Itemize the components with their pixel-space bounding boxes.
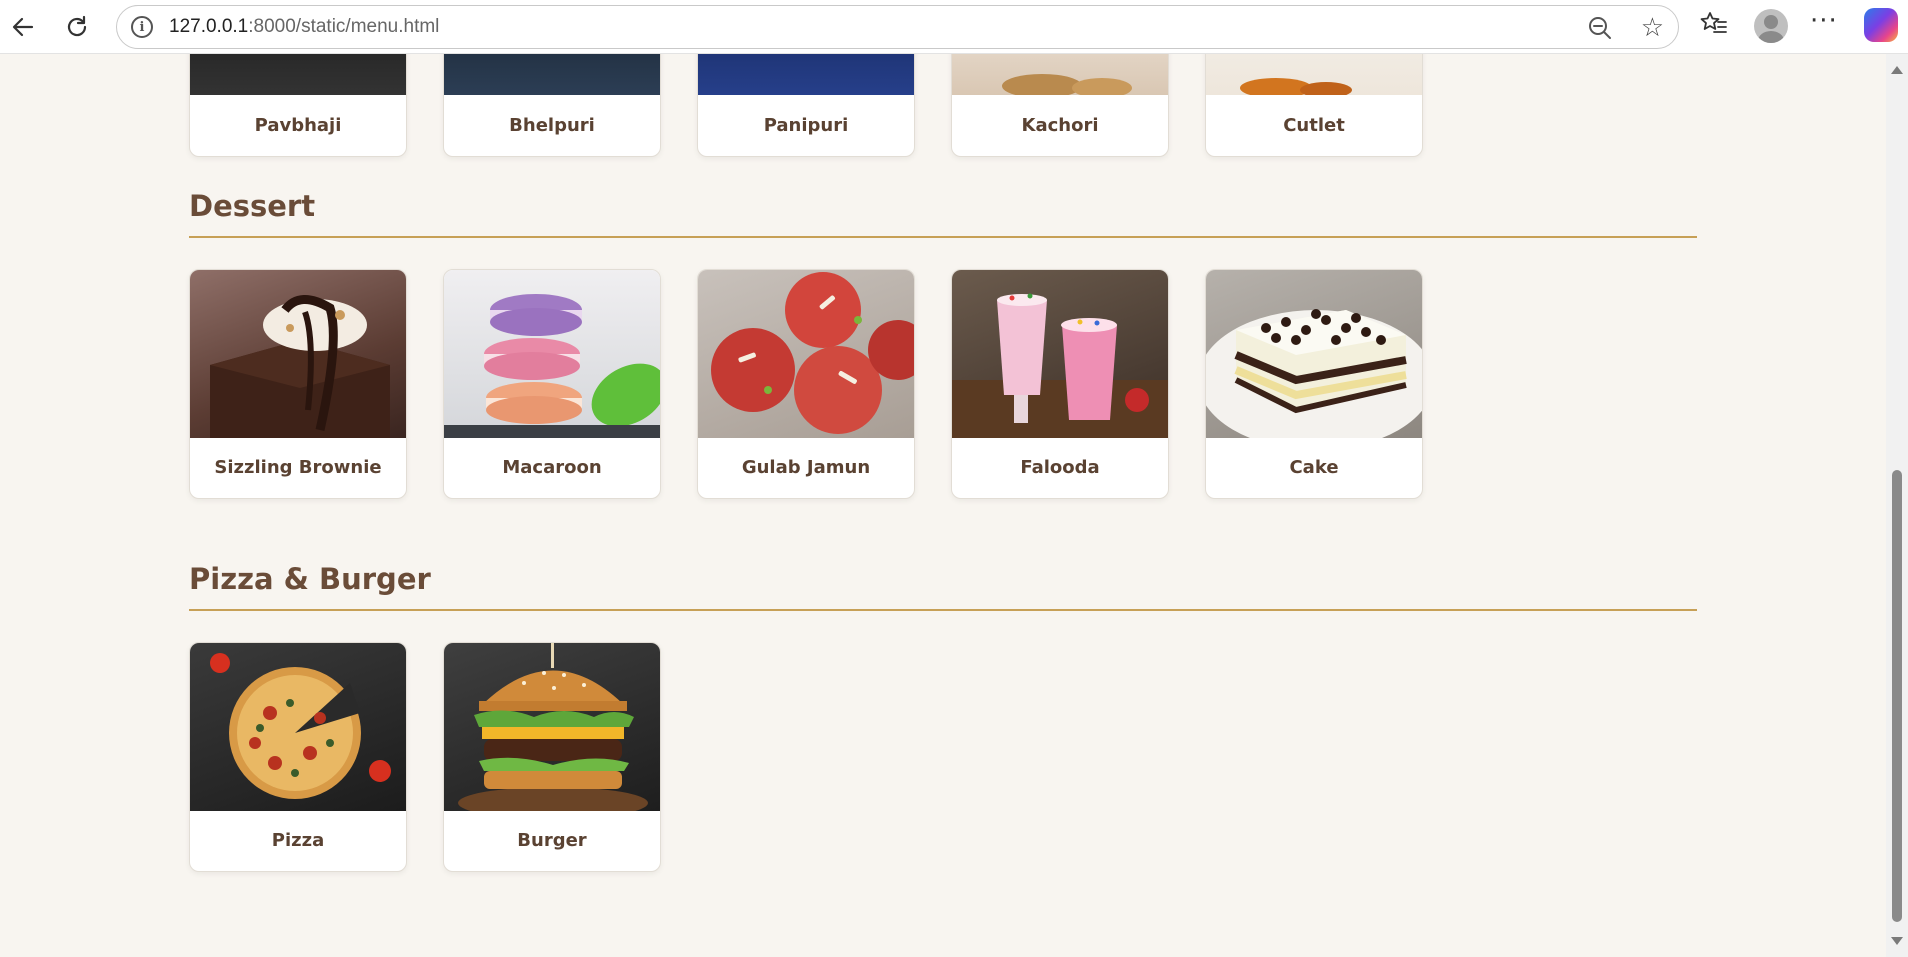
zoom-out-icon[interactable] [1586,14,1614,42]
back-arrow-icon[interactable] [4,8,42,46]
favorites-list-icon[interactable] [1700,10,1728,45]
menu-card-cutlet[interactable]: Cutlet [1205,54,1423,157]
menu-card-label: Gulab Jamun [741,457,871,478]
falooda-image [952,270,1168,438]
menu-card-pavbhaji[interactable]: Pavbhaji [189,54,407,157]
menu-card-label: Pavbhaji [254,115,342,136]
site-info-icon[interactable]: i [131,16,153,38]
address-bar[interactable]: i 127.0.0.1:8000/static/menu.html ☆ [116,5,1679,49]
menu-card-bhelpuri[interactable]: Bhelpuri [443,54,661,157]
menu-card-kachori[interactable]: Kachori [951,54,1169,157]
bhelpuri-image [444,54,660,95]
menu-card-label: Cutlet [1283,115,1345,136]
profile-avatar-icon[interactable] [1754,9,1788,43]
menu-card-gulab-jamun[interactable]: Gulab Jamun [697,269,915,499]
sizzling-brownie-image [190,270,406,438]
kachori-image [952,54,1168,95]
menu-card-label: Sizzling Brownie [214,457,382,478]
section-divider [189,609,1697,611]
reload-icon[interactable] [58,8,96,46]
menu-card-pizza[interactable]: Pizza [189,642,407,872]
scroll-thumb[interactable] [1892,470,1902,922]
vertical-scrollbar[interactable] [1886,54,1908,957]
menu-card-label: Panipuri [763,115,849,136]
menu-card-label: Falooda [1020,457,1100,478]
copilot-icon[interactable] [1864,8,1898,42]
section-title-dessert: Dessert [189,189,316,223]
burger-image [444,643,660,811]
favorite-star-icon[interactable]: ☆ [1641,13,1664,43]
menu-card-label: Pizza [271,830,325,851]
url-text[interactable]: 127.0.0.1:8000/static/menu.html [169,16,439,38]
menu-card-label: Bhelpuri [509,115,595,136]
url-host: 127.0.0.1 [169,16,249,37]
pizza-image [190,643,406,811]
section-title-pizza-burger: Pizza & Burger [189,562,431,596]
menu-page: Pavbhaji Bhelpuri Panipuri Kachori Cutle… [0,54,1886,957]
menu-card-label: Macaroon [502,457,602,478]
panipuri-image [698,54,914,95]
menu-card-cake[interactable]: Cake [1205,269,1423,499]
pavbhaji-image [190,54,406,95]
menu-card-sizzling-brownie[interactable]: Sizzling Brownie [189,269,407,499]
cutlet-image [1206,54,1422,95]
url-path: :8000/static/menu.html [248,16,440,37]
macaroon-image [444,270,660,438]
more-options-icon[interactable]: ··· [1810,6,1838,36]
menu-card-label: Kachori [1021,115,1099,136]
gulab-jamun-image [698,270,914,438]
browser-toolbar: i 127.0.0.1:8000/static/menu.html ☆ ··· [0,0,1908,54]
menu-card-label: Burger [517,830,587,851]
menu-card-burger[interactable]: Burger [443,642,661,872]
scroll-up-arrow-icon[interactable] [1891,66,1903,74]
menu-card-falooda[interactable]: Falooda [951,269,1169,499]
section-divider [189,236,1697,238]
cake-image [1206,270,1422,438]
menu-card-macaroon[interactable]: Macaroon [443,269,661,499]
menu-card-panipuri[interactable]: Panipuri [697,54,915,157]
menu-card-label: Cake [1289,457,1339,478]
scroll-down-arrow-icon[interactable] [1891,937,1903,945]
